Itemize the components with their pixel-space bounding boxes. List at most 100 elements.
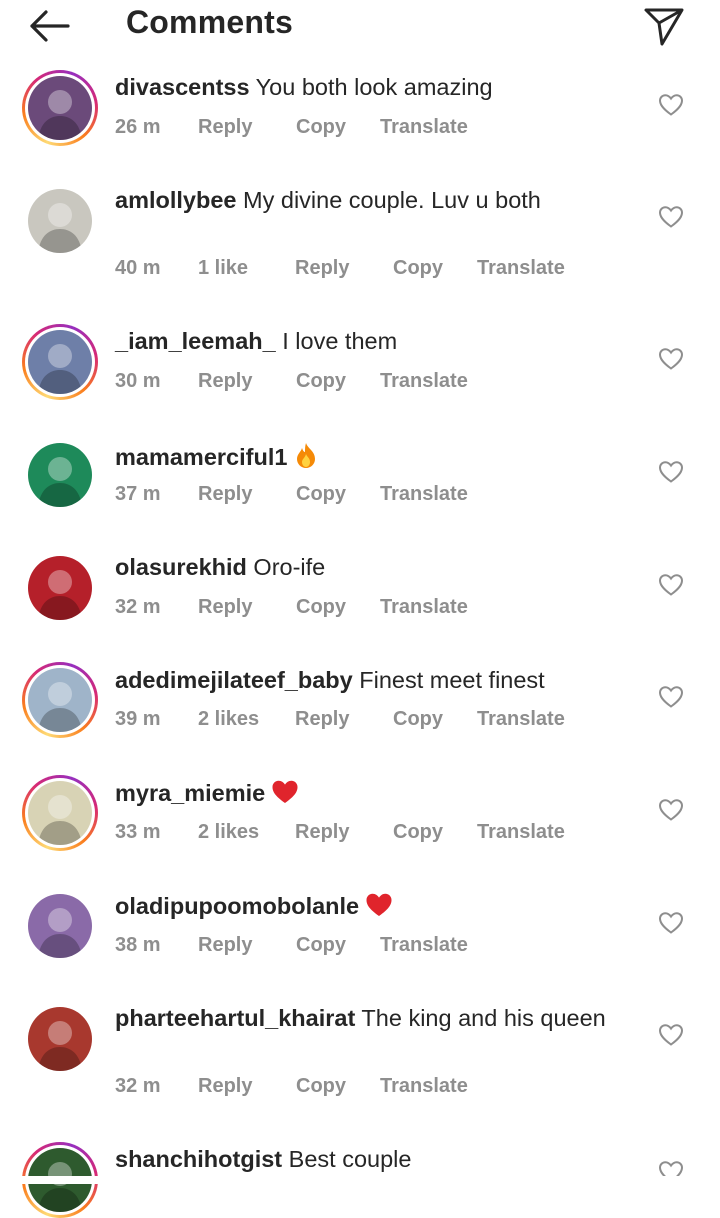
comment-timestamp: 39 m [115,708,161,730]
comment-body: Best couple [282,1146,412,1172]
avatar[interactable] [22,550,98,626]
red-heart-emoji [271,779,299,811]
comment-text-line: mamamerciful1 [115,441,319,475]
comment-username[interactable]: olasurekhid [115,554,247,580]
reply-button[interactable]: Reply [295,708,349,731]
comment-username[interactable]: _iam_leemah_ [115,328,276,354]
comment-timestamp: 33 m [115,821,161,843]
comment-text-line: myra_miemie [115,779,299,811]
translate-button[interactable]: Translate [477,257,565,280]
comment-body: You both look amazing [249,74,493,100]
comment-body: The king and his queen [355,1005,606,1031]
copy-button[interactable]: Copy [296,483,346,506]
avatar[interactable] [22,1001,98,1077]
copy-button[interactable]: Copy [393,708,443,731]
translate-button[interactable]: Translate [380,370,468,393]
like-heart-icon[interactable] [658,798,684,822]
comment-username[interactable]: pharteehartul_khairat [115,1005,355,1031]
reply-button[interactable]: Reply [198,116,252,139]
comment-body: I love them [275,328,398,354]
copy-button[interactable]: Copy [393,257,443,280]
copy-button[interactable]: Copy [296,116,346,139]
avatar[interactable] [22,775,98,851]
back-button[interactable] [26,6,74,46]
avatar[interactable] [22,437,98,513]
copy-button[interactable]: Copy [296,596,346,619]
reply-button[interactable]: Reply [295,257,349,280]
comment-text-line: shanchihotgist Best couple [115,1146,411,1173]
avatar-image [28,330,92,394]
copy-button[interactable]: Copy [393,821,443,844]
copy-button[interactable]: Copy [296,1075,346,1098]
comment-text-line: adedimejilateef_baby Finest meet finest [115,667,545,694]
comment-timestamp: 37 m [115,483,161,505]
comment-body: My divine couple. Luv u both [236,187,541,213]
reply-button[interactable]: Reply [198,1075,252,1098]
comment-username[interactable]: divascentss [115,74,250,100]
reply-button[interactable]: Reply [198,370,252,393]
arrow-left-icon [30,10,70,42]
avatar-image [28,668,92,732]
red-heart-emoji [365,892,393,924]
reply-button[interactable]: Reply [198,934,252,957]
avatar-image [28,189,92,253]
comment-timestamp: 40 m [115,257,161,279]
comment-timestamp: 32 m [115,596,161,618]
avatar-image [28,443,92,507]
like-heart-icon[interactable] [658,1023,684,1047]
page-title: Comments [126,4,293,40]
screen-bottom-edge [0,1176,720,1184]
translate-button[interactable]: Translate [477,821,565,844]
comment-username[interactable]: shanchihotgist [115,1146,282,1172]
comments-header: Comments [0,0,720,60]
copy-button[interactable]: Copy [296,934,346,957]
reply-button[interactable]: Reply [198,483,252,506]
comment-body: Finest meet finest [352,667,545,693]
comment-like-count[interactable]: 2 likes [198,708,259,731]
comment-timestamp: 30 m [115,370,161,392]
comment-username[interactable]: amlollybee [115,187,236,213]
fire-emoji [293,441,319,475]
comment-username[interactable]: mamamerciful1 [115,444,287,470]
translate-button[interactable]: Translate [380,483,468,506]
copy-button[interactable]: Copy [296,370,346,393]
comment-text-line: divascentss You both look amazing [115,74,493,101]
avatar-image [28,76,92,140]
avatar[interactable] [22,662,98,738]
avatar[interactable] [22,183,98,259]
avatar[interactable] [22,324,98,400]
like-heart-icon[interactable] [658,573,684,597]
like-heart-icon[interactable] [658,347,684,371]
like-heart-icon[interactable] [658,685,684,709]
comment-like-count[interactable]: 2 likes [198,821,259,844]
comment-like-count[interactable]: 1 like [198,257,248,280]
reply-button[interactable]: Reply [198,596,252,619]
translate-button[interactable]: Translate [380,934,468,957]
avatar-image [28,781,92,845]
translate-button[interactable]: Translate [477,708,565,731]
like-heart-icon[interactable] [658,205,684,229]
comment-timestamp: 32 m [115,1075,161,1097]
like-heart-icon[interactable] [658,460,684,484]
translate-button[interactable]: Translate [380,1075,468,1098]
comment-text-line: oladipupoomobolanle [115,892,393,924]
paper-plane-icon [644,8,684,46]
comment-username[interactable]: oladipupoomobolanle [115,893,359,919]
translate-button[interactable]: Translate [380,116,468,139]
like-heart-icon[interactable] [658,911,684,935]
comment-timestamp: 26 m [115,116,161,138]
translate-button[interactable]: Translate [380,596,468,619]
comment-body: Oro-ife [246,554,326,580]
comment-text-line: olasurekhid Oro-ife [115,554,325,581]
reply-button[interactable]: Reply [295,821,349,844]
comment-text-line: _iam_leemah_ I love them [115,328,397,355]
avatar[interactable] [22,70,98,146]
comment-username[interactable]: adedimejilateef_baby [115,667,353,693]
share-button[interactable] [640,2,688,48]
comment-username[interactable]: myra_miemie [115,780,265,806]
like-heart-icon[interactable] [658,93,684,117]
comment-text-line: pharteehartul_khairat The king and his q… [115,1005,606,1032]
avatar[interactable] [22,888,98,964]
avatar-image [28,894,92,958]
avatar-image [28,1007,92,1071]
